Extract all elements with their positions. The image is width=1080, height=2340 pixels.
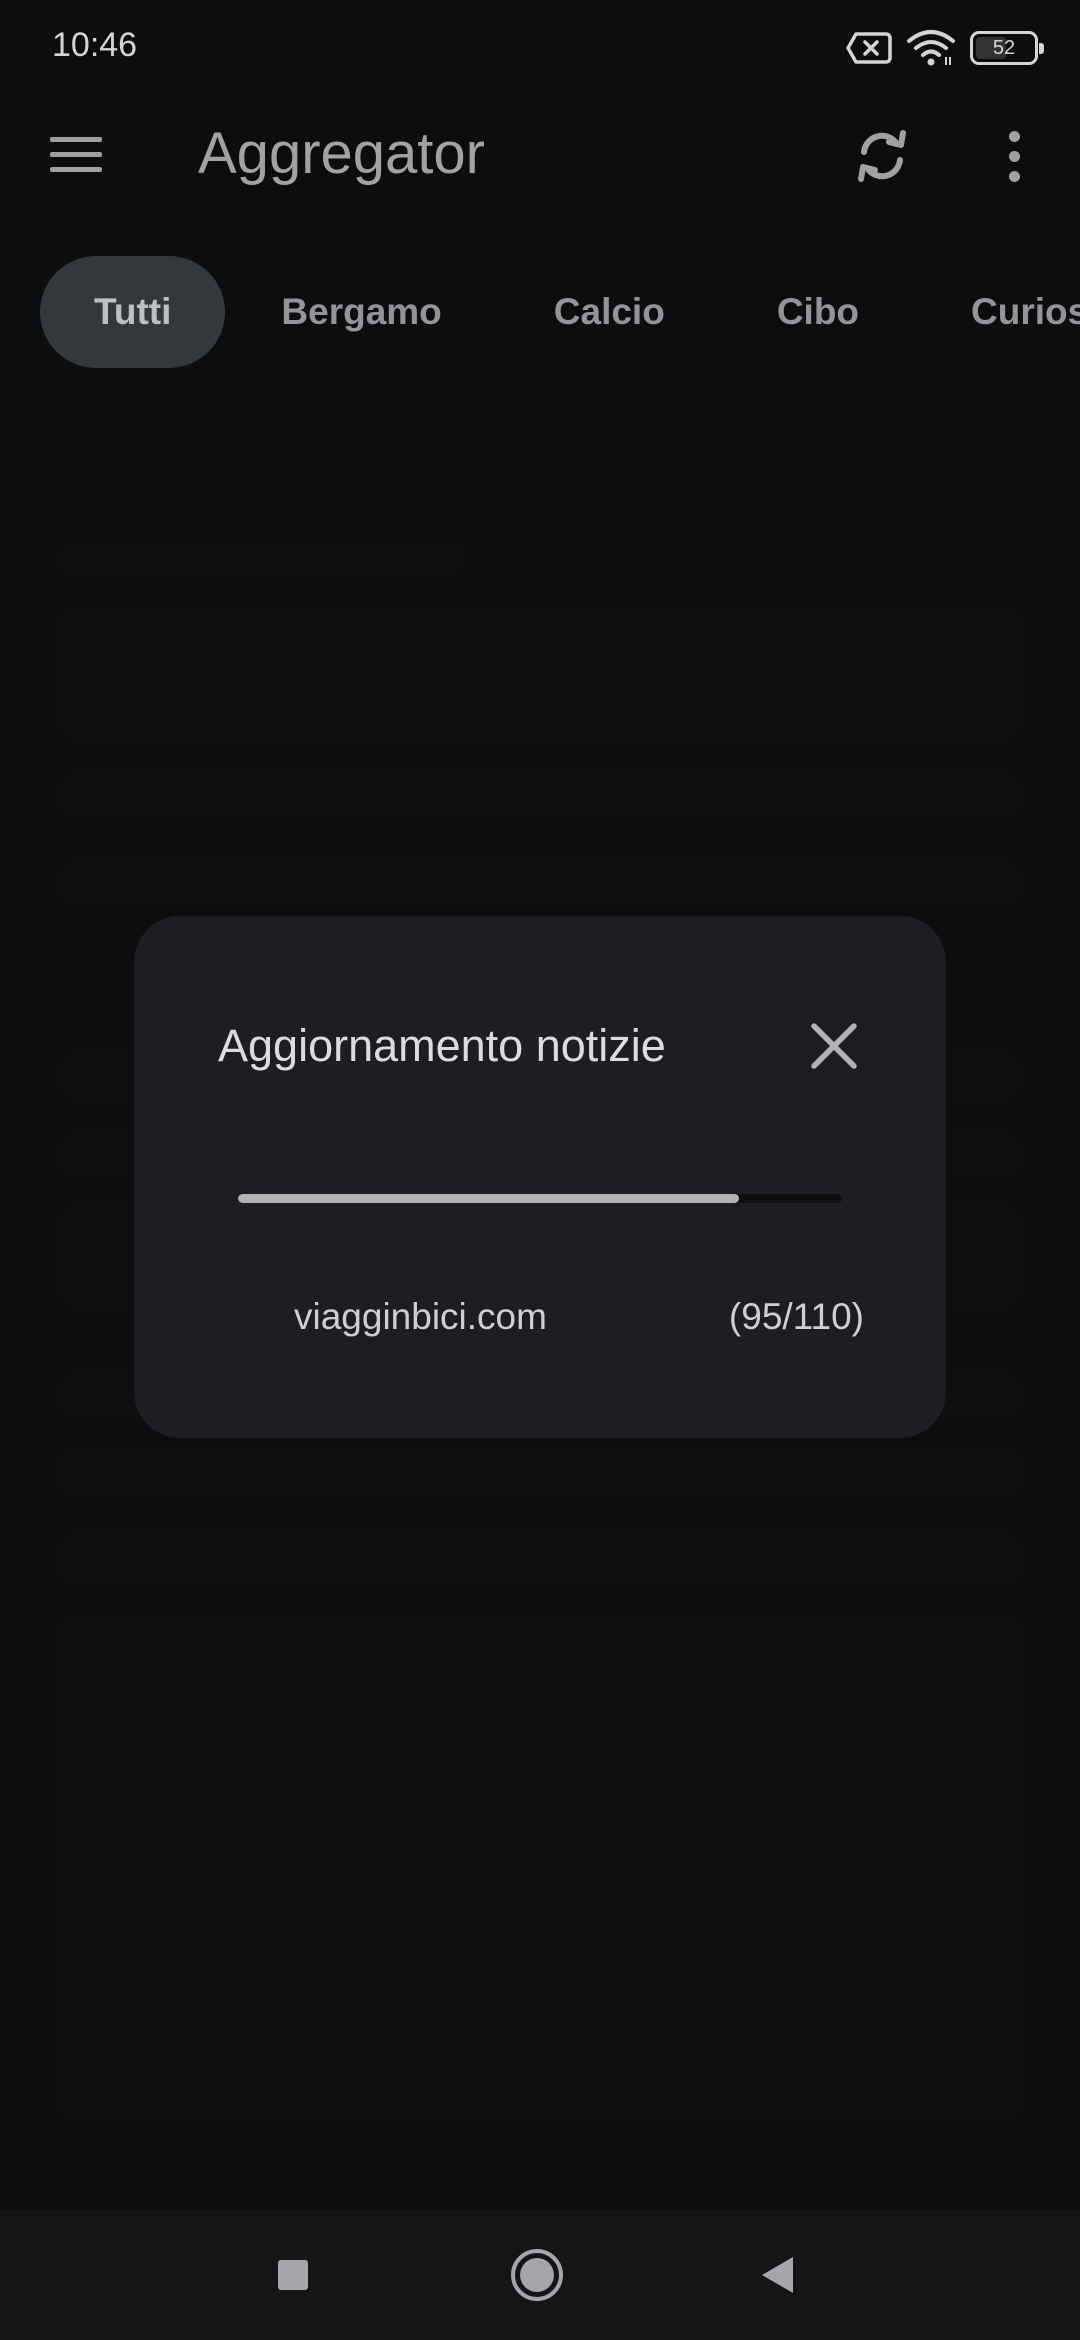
progress-fill bbox=[238, 1194, 740, 1203]
dialog-title: Aggiornamento notizie bbox=[218, 1020, 666, 1071]
close-button[interactable] bbox=[802, 1014, 866, 1078]
back-button[interactable] bbox=[734, 2232, 820, 2318]
progress-count: (95/110) bbox=[728, 1296, 864, 1337]
home-button[interactable] bbox=[494, 2232, 580, 2318]
screen: 10:46 52 Aggregator Tutti Bergamo Calcio… bbox=[0, 0, 1080, 2340]
current-source: viagginbici.com bbox=[294, 1296, 547, 1337]
progress-bar bbox=[238, 1194, 842, 1203]
back-icon bbox=[762, 2257, 793, 2293]
recents-button[interactable] bbox=[250, 2232, 336, 2318]
update-dialog: Aggiornamento notizie viagginbici.com (9… bbox=[134, 916, 946, 1438]
close-icon bbox=[811, 1023, 857, 1069]
recents-icon bbox=[278, 2260, 308, 2290]
home-icon bbox=[511, 2249, 563, 2301]
navigation-bar bbox=[0, 2210, 1080, 2340]
